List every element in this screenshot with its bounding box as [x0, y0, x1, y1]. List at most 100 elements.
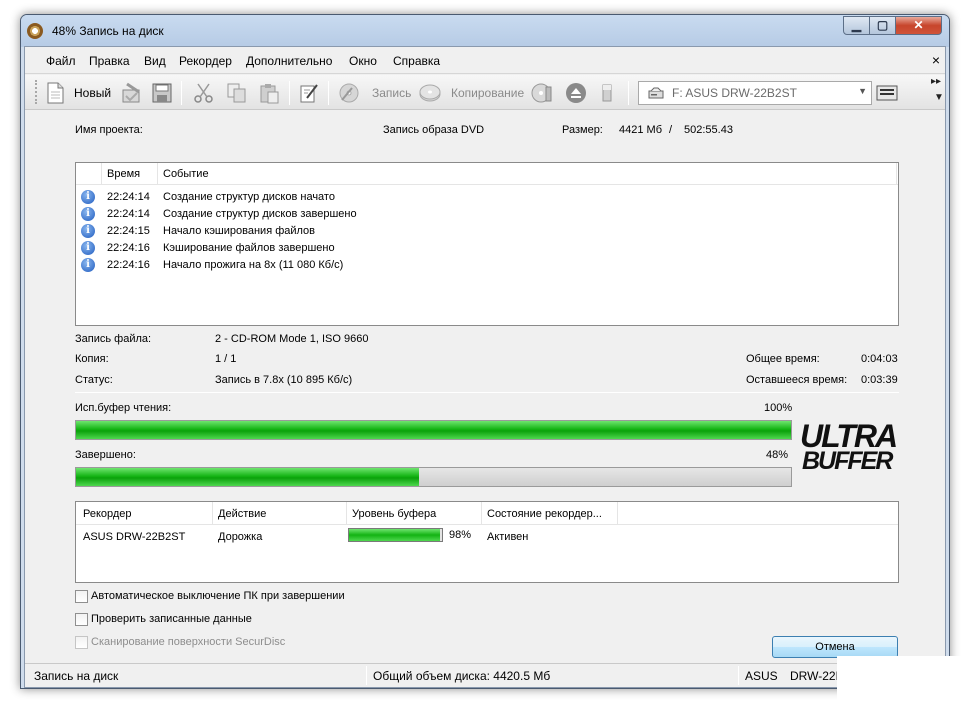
copy-icon[interactable] — [226, 82, 248, 104]
log-header: Время Событие — [76, 163, 898, 185]
log-event: Создание структур дисков начато — [163, 191, 335, 203]
recorder-name: ASUS DRW-22B2ST — [83, 531, 186, 543]
log-event: Кэширование файлов завершено — [163, 242, 335, 254]
open-icon[interactable] — [121, 82, 143, 104]
status-bar: Запись на диск Общий объем диска: 4420.5… — [25, 663, 945, 687]
cut-icon[interactable] — [193, 82, 215, 104]
disc-info-icon[interactable] — [531, 82, 553, 104]
menu-view[interactable]: Вид — [144, 54, 166, 68]
new-button[interactable]: Новый — [74, 86, 111, 100]
drive-select[interactable]: F: ASUS DRW-22B2ST ▼ — [638, 81, 872, 105]
drive-options-icon[interactable] — [876, 85, 898, 101]
completed-bar — [75, 467, 792, 487]
file-value: 2 - CD-ROM Mode 1, ISO 9660 — [215, 333, 369, 345]
menu-bar: Файл Правка Вид Рекордер Дополнительно О… — [25, 47, 945, 74]
col-recorder[interactable]: Рекордер — [83, 508, 132, 520]
close-button[interactable]: ✕ — [896, 16, 942, 35]
completed-percent: 48% — [766, 449, 789, 461]
cancel-button[interactable]: Отмена — [772, 636, 898, 658]
burn-button[interactable]: Запись — [372, 86, 411, 100]
document-close-icon[interactable]: × — [932, 52, 940, 68]
divider — [75, 392, 899, 393]
project-name-label: Имя проекта: — [75, 124, 143, 136]
nero-app-icon[interactable] — [27, 23, 43, 39]
minimize-button[interactable]: ▁ — [843, 16, 870, 35]
drive-select-value: F: ASUS DRW-22B2ST — [672, 86, 797, 100]
log-row[interactable]: i 22:24:14 Создание структур дисков заве… — [76, 206, 898, 223]
col-action[interactable]: Действие — [218, 508, 266, 520]
app-window: 48% Запись на диск ▁ ▢ ✕ Файл Правка Вид… — [20, 14, 950, 689]
log-time: 22:24:16 — [107, 259, 150, 271]
menu-edit[interactable]: Правка — [89, 54, 130, 68]
toolbar-separator — [181, 81, 182, 105]
column-divider — [212, 502, 213, 525]
copy-disc-icon[interactable] — [419, 82, 441, 104]
recorder-action: Дорожка — [218, 531, 263, 543]
recorder-buffer-percent: 98% — [449, 529, 472, 541]
shutdown-checkbox[interactable] — [75, 590, 88, 603]
size-value: 4421 Мб — [619, 124, 662, 136]
menu-help[interactable]: Справка — [393, 54, 440, 68]
window-title: 48% Запись на диск — [52, 24, 164, 38]
edit-icon[interactable] — [298, 82, 320, 104]
verify-checkbox[interactable] — [75, 613, 88, 626]
log-col-time[interactable]: Время — [107, 168, 140, 180]
log-event: Начало кэширования файлов — [163, 225, 316, 237]
save-icon[interactable] — [151, 82, 173, 104]
log-event: Начало прожига на 8x (11 080 Кб/с) — [163, 259, 344, 271]
info-icon: i — [81, 258, 95, 272]
menu-recorder[interactable]: Рекордер — [179, 54, 232, 68]
statusbar-disc-size: Общий объем диска: 4420.5 Мб — [373, 669, 551, 683]
verify-checkbox-label[interactable]: Проверить записанные данные — [91, 613, 252, 625]
burn-icon[interactable] — [338, 82, 360, 104]
securdisc-checkbox[interactable] — [75, 636, 88, 649]
log-time: 22:24:14 — [107, 208, 150, 220]
title-bar[interactable]: 48% Запись на диск ▁ ▢ ✕ — [21, 15, 949, 47]
size-separator: / — [669, 124, 673, 136]
log-row[interactable]: i 22:24:16 Начало прожига на 8x (11 080 … — [76, 257, 898, 274]
toolbar-grip[interactable] — [35, 80, 38, 104]
recorder-table-header: Рекордер Действие Уровень буфера Состоян… — [76, 502, 898, 525]
column-divider — [617, 502, 618, 525]
read-buffer-percent: 100% — [764, 402, 793, 414]
toolbar: Новый Запись Копирование F: ASUS DRW-22B… — [25, 75, 945, 110]
log-row[interactable]: i 22:24:16 Кэширование файлов завершено — [76, 240, 898, 257]
remaining-time-value: 0:03:39 — [861, 374, 898, 386]
statusbar-model: DRW-22B — [790, 669, 844, 683]
recorder-buffer-bar-fill — [349, 529, 441, 541]
log-col-event[interactable]: Событие — [163, 168, 209, 180]
log-row[interactable]: i 22:24:15 Начало кэширования файлов — [76, 223, 898, 240]
column-divider — [481, 502, 482, 525]
col-recorder-state[interactable]: Состояние рекордер... — [487, 508, 602, 520]
statusbar-task: Запись на диск — [34, 669, 119, 683]
close-icon: ✕ — [913, 18, 924, 32]
copy-button[interactable]: Копирование — [451, 86, 524, 100]
menu-window[interactable]: Окно — [349, 54, 377, 68]
info-icon: i — [81, 241, 95, 255]
maximize-button[interactable]: ▢ — [870, 16, 896, 35]
eject-icon[interactable] — [565, 82, 587, 104]
column-divider — [101, 163, 102, 185]
shutdown-checkbox-label[interactable]: Автоматическое выключение ПК при заверше… — [91, 590, 345, 602]
toolbar-overflow-icon[interactable]: ▸▸ — [931, 76, 941, 87]
erase-icon[interactable] — [597, 82, 619, 104]
read-buffer-bar — [75, 420, 792, 440]
securdisc-checkbox-label[interactable]: Сканирование поверхности SecurDisc — [91, 636, 285, 648]
toolbar-options-icon[interactable]: ▼ — [934, 92, 944, 103]
log-row[interactable]: i 22:24:14 Создание структур дисков нача… — [76, 189, 898, 206]
new-document-icon[interactable] — [44, 82, 66, 104]
chevron-down-icon[interactable]: ▼ — [858, 86, 867, 96]
menu-extras[interactable]: Дополнительно — [246, 54, 332, 68]
info-icon: i — [81, 207, 95, 221]
paste-icon[interactable] — [258, 82, 280, 104]
recorder-table[interactable]: Рекордер Действие Уровень буфера Состоян… — [75, 501, 899, 583]
info-icon: i — [81, 190, 95, 204]
toolbar-separator — [628, 81, 629, 105]
log-time: 22:24:16 — [107, 242, 150, 254]
status-separator — [366, 666, 367, 685]
col-buffer-level[interactable]: Уровень буфера — [352, 508, 436, 520]
event-log[interactable]: Время Событие i 22:24:14 Создание структ… — [75, 162, 899, 326]
menu-file[interactable]: Файл — [46, 54, 76, 68]
log-event: Создание структур дисков завершено — [163, 208, 357, 220]
toolbar-separator — [328, 81, 329, 105]
